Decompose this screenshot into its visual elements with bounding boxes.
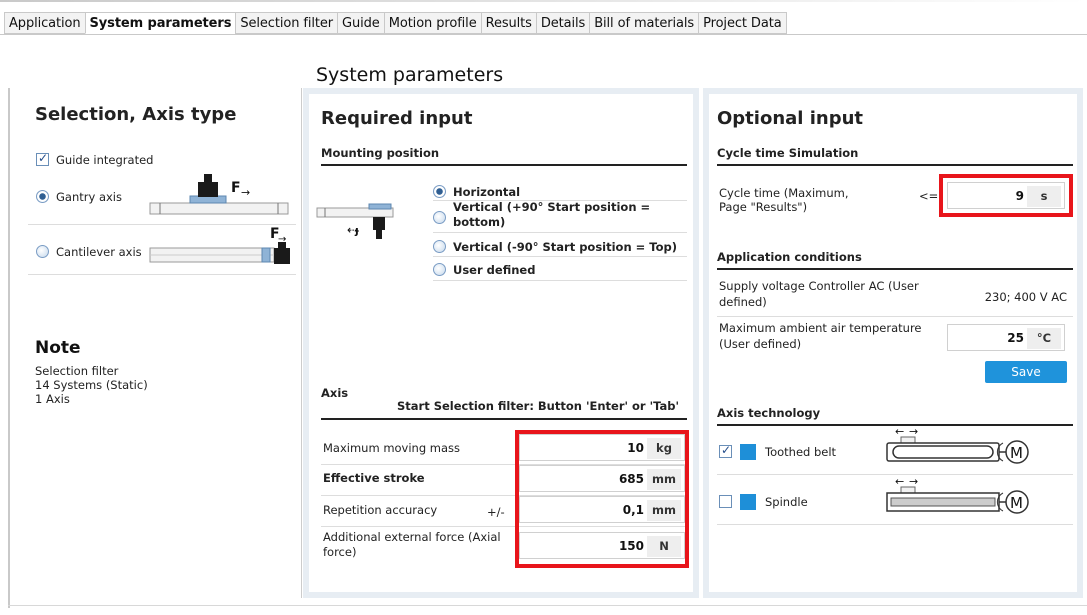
supply-voltage-value: 230; 400 V AC: [984, 290, 1067, 304]
outer-frame-bottom: [8, 605, 1087, 606]
cycle-time-heading: Cycle time Simulation: [717, 146, 859, 160]
save-button[interactable]: Save: [985, 361, 1067, 383]
tab-details[interactable]: Details: [535, 12, 590, 34]
axis-type-title: Selection, Axis type: [35, 104, 237, 125]
repetition-accuracy-label: Repetition accuracy: [323, 503, 438, 517]
tab-application[interactable]: Application: [4, 12, 85, 34]
ambient-temp-input[interactable]: 25 °C: [947, 324, 1065, 351]
spindle-icon: ← → M: [886, 475, 1029, 514]
toothed-belt-checkbox[interactable]: [719, 443, 732, 458]
repetition-accuracy-prefix: +/-: [487, 505, 505, 519]
cycle-time-label: Cycle time (Maximum, Page "Results"): [719, 186, 849, 214]
cantilever-axis-radio[interactable]: [36, 245, 49, 258]
optional-input-panel: Optional input Cycle time Simulation Cyc…: [703, 88, 1083, 598]
supply-voltage-label: Supply voltage Controller AC (User defin…: [719, 279, 919, 309]
note-line: 1 Axis: [35, 392, 70, 406]
heading-rule: [717, 164, 1073, 166]
tab-project-data[interactable]: Project Data: [698, 12, 787, 34]
svg-text:←: ←: [895, 475, 904, 488]
spindle-checkbox[interactable]: [719, 495, 732, 508]
cantilever-axis-label: Cantilever axis: [56, 245, 142, 259]
axis-technology-heading: Axis technology: [717, 406, 821, 420]
mounting-vertical-up-radio[interactable]: [433, 211, 446, 224]
heading-rule: [321, 164, 687, 166]
mounting-user-defined-radio[interactable]: [433, 263, 446, 276]
note-line: Selection filter: [35, 364, 119, 378]
tab-results[interactable]: Results: [480, 12, 536, 34]
tab-system-parameters[interactable]: System parameters: [84, 12, 236, 34]
ambient-temp-label: Maximum ambient air temperature (User de…: [719, 321, 922, 351]
required-input-title: Required input: [321, 108, 473, 129]
svg-text:→: →: [909, 425, 918, 438]
svg-text:←: ←: [895, 425, 904, 438]
heading-rule: [717, 268, 1073, 270]
tab-bill-of-materials[interactable]: Bill of materials: [589, 12, 699, 34]
note-title: Note: [35, 338, 81, 358]
gantry-axis-radio[interactable]: [36, 190, 49, 203]
mounting-position-heading: Mounting position: [321, 146, 440, 160]
svg-text:ɟ: ɟ: [354, 224, 359, 237]
axis-hint: Start Selection filter: Button 'Enter' o…: [397, 399, 679, 413]
tab-motion-profile[interactable]: Motion profile: [383, 12, 481, 34]
mounting-position-icon: ⇠ ɟ: [316, 203, 394, 239]
guide-integrated-label: Guide integrated: [56, 153, 154, 167]
divider: [433, 232, 687, 233]
top-line: [0, 0, 1087, 2]
guide-integrated-checkbox[interactable]: [36, 151, 49, 166]
highlight-box: [939, 174, 1073, 217]
note-line: 14 Systems (Static): [35, 378, 148, 392]
spindle-label: Spindle: [765, 495, 808, 509]
external-force-label: Additional external force (Axial force): [323, 530, 501, 559]
spindle-color-swatch: [740, 494, 756, 510]
tab-selection-filter[interactable]: Selection filter: [235, 12, 338, 34]
mounting-user-defined-label: User defined: [453, 263, 536, 277]
divider: [717, 316, 1073, 317]
max-moving-mass-label: Maximum moving mass: [323, 441, 461, 455]
gantry-axis-label: Gantry axis: [56, 190, 122, 204]
cantilever-axis-icon: F →: [149, 226, 290, 264]
tabs: Application System parameters Selection …: [4, 12, 787, 34]
divider: [433, 280, 687, 281]
effective-stroke-label: Effective stroke: [323, 471, 425, 485]
gantry-force-label: F: [231, 180, 241, 196]
mounting-vertical-down-label: Vertical (-90° Start position = Top): [453, 240, 677, 254]
heading-rule: [321, 418, 687, 420]
mounting-vertical-up-label: Vertical (+90° Start position = bottom): [453, 200, 651, 229]
divider: [433, 256, 687, 257]
page-title: System parameters: [316, 64, 504, 86]
axis-type-panel: Selection, Axis type Guide integrated Ga…: [10, 88, 302, 598]
ambient-temp-unit: °C: [1027, 328, 1061, 349]
svg-text:→: →: [241, 186, 250, 199]
ambient-temp-value: 25: [1007, 331, 1024, 345]
mounting-horizontal-label: Horizontal: [453, 185, 521, 199]
divider: [28, 274, 296, 275]
mounting-horizontal-radio[interactable]: [433, 185, 446, 198]
toothed-belt-icon: ← → M: [886, 425, 1029, 464]
motor-label: M: [1010, 444, 1023, 462]
tabs-divider: [0, 34, 1087, 35]
required-input-panel: Required input Mounting position ⇠ ɟ Hor…: [303, 88, 699, 598]
cycle-time-operator: <=: [919, 189, 939, 203]
axis-heading: Axis: [321, 386, 349, 400]
toothed-belt-color-swatch: [740, 444, 756, 460]
tab-bar: Application System parameters Selection …: [0, 0, 1087, 36]
application-conditions-heading: Application conditions: [717, 250, 862, 264]
highlight-box: [515, 430, 689, 568]
divider: [717, 524, 1073, 525]
svg-text:→: →: [909, 475, 918, 488]
motor-label: M: [1010, 494, 1023, 512]
gantry-axis-icon: F →: [149, 174, 289, 215]
tab-guide[interactable]: Guide: [337, 12, 384, 34]
mounting-vertical-down-radio[interactable]: [433, 240, 446, 253]
optional-input-title: Optional input: [717, 108, 864, 129]
toothed-belt-label: Toothed belt: [765, 445, 837, 459]
